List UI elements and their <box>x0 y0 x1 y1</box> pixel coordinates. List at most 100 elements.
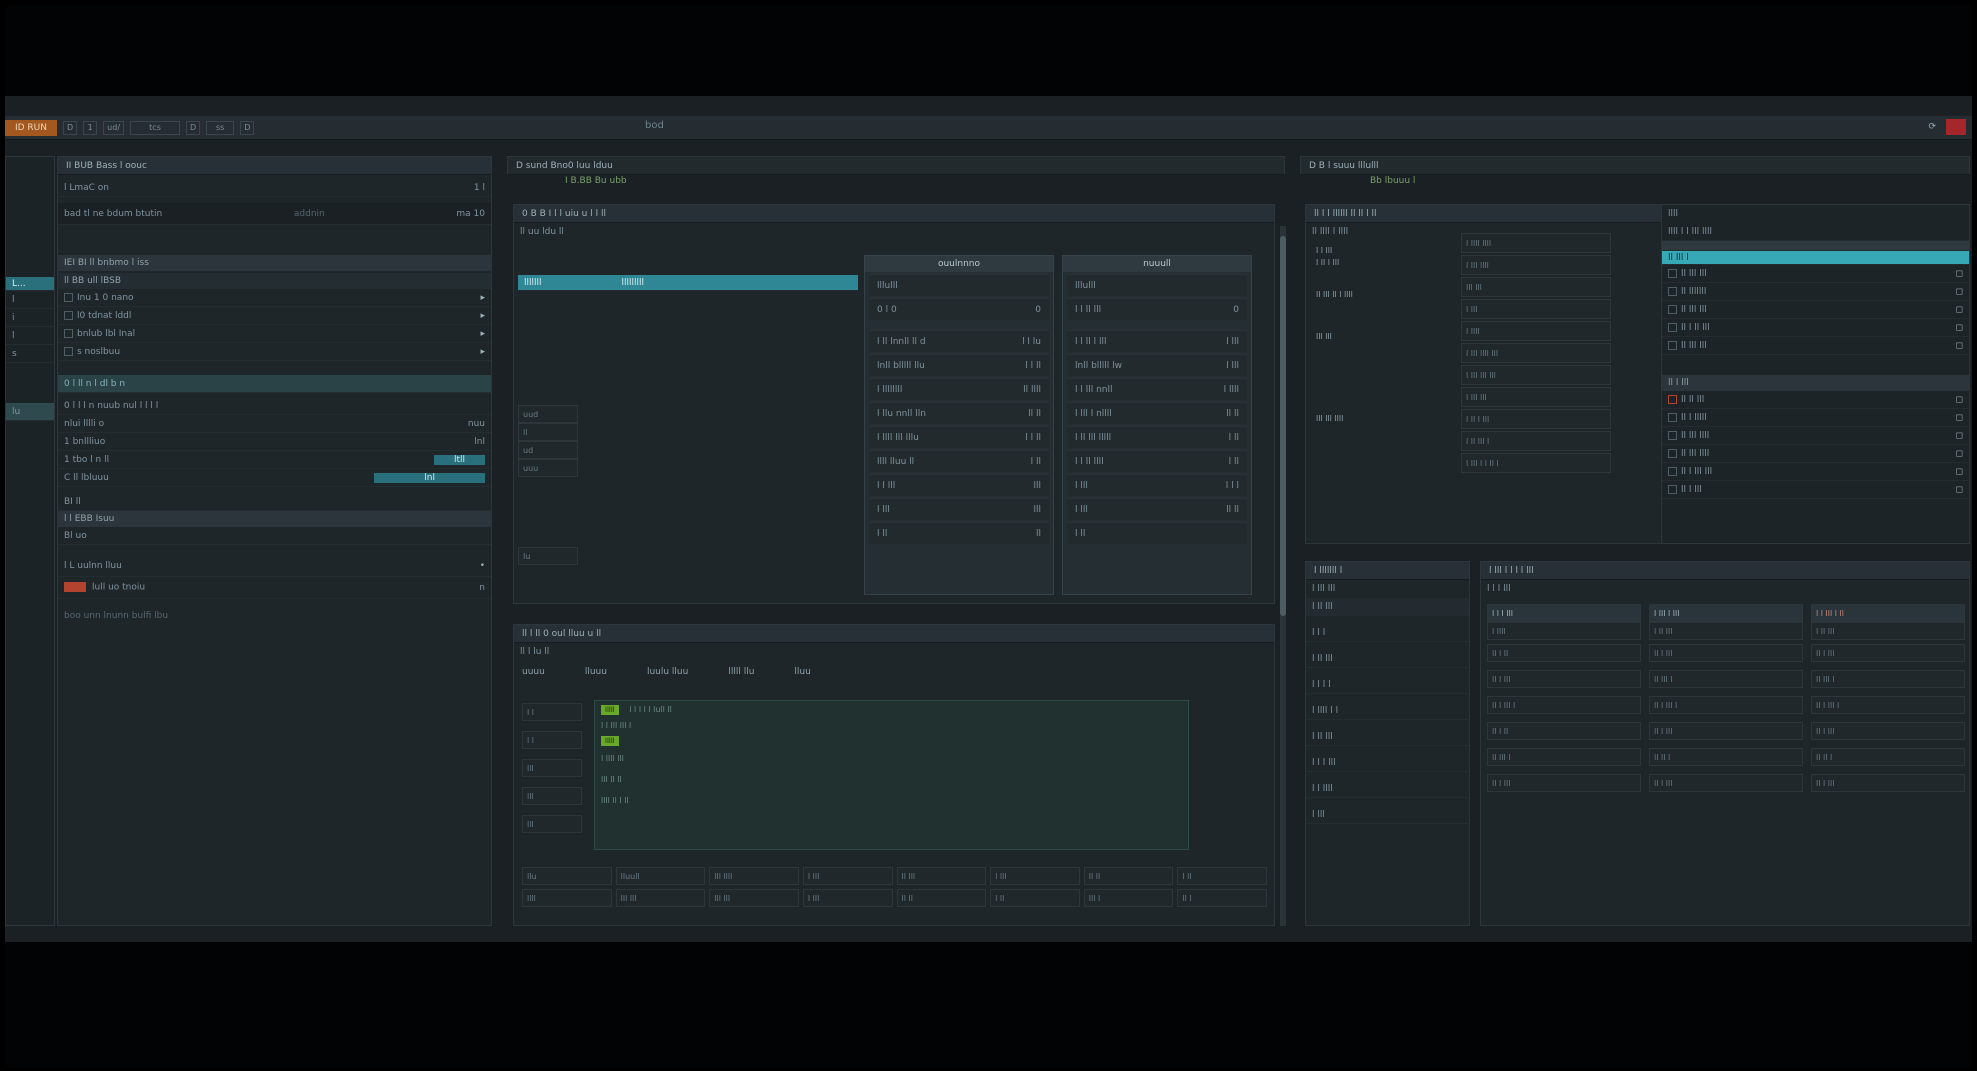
footer-cell[interactable]: lll l <box>1083 889 1174 907</box>
toggle-icon[interactable]: ◻ <box>1956 485 1963 495</box>
footer-cell[interactable]: lll lll <box>709 889 799 907</box>
list-item[interactable]: ll l lll <box>1681 485 1702 495</box>
rb-cell[interactable]: ll l lll <box>1811 644 1965 662</box>
rb-cell[interactable]: ll l lll l <box>1649 696 1803 714</box>
form-field[interactable]: l lll llll <box>1461 255 1611 275</box>
toggle-icon[interactable]: ◻ <box>1956 305 1963 315</box>
rb-cell[interactable]: ll l ll <box>1487 644 1641 662</box>
form-field[interactable]: l lll llll lll <box>1461 343 1611 363</box>
rb-cell[interactable]: ll lll l <box>1487 748 1641 766</box>
footer-cell[interactable]: l lll <box>802 889 893 907</box>
footer-cell[interactable]: lluull <box>615 867 706 885</box>
toggle-icon[interactable]: ◻ <box>1956 395 1963 405</box>
footer-cell[interactable]: ll ll <box>1083 867 1174 885</box>
toggle-icon[interactable]: ◻ <box>1956 449 1963 459</box>
rb-left-item[interactable]: l llll l l <box>1306 702 1469 720</box>
toggle-icon[interactable]: ◻ <box>1956 341 1963 351</box>
rb-cell[interactable]: ll ll l <box>1811 748 1965 766</box>
rb-cell[interactable]: ll l lll <box>1649 644 1803 662</box>
form-field[interactable]: l llll llll <box>1461 233 1611 253</box>
rb-cell[interactable]: ll ll l <box>1649 748 1803 766</box>
list-item[interactable]: ll ll lll <box>1681 395 1704 405</box>
timeline-track-area[interactable]: lllll l l l l l lull ll l l lll lll l ll… <box>594 700 1189 850</box>
status-value-highlight[interactable]: lnl <box>374 472 485 483</box>
list-item[interactable]: ll l lllll <box>1681 413 1707 423</box>
form-field[interactable]: l ll l lll <box>1461 409 1611 429</box>
form-field[interactable]: l lll <box>1461 299 1611 319</box>
toggle-icon[interactable]: ◻ <box>1956 467 1963 477</box>
toolbar-button-2[interactable]: 1 <box>83 120 98 135</box>
side-item-active[interactable]: L... <box>6 277 54 291</box>
footer-cell[interactable]: l ll <box>1177 867 1267 885</box>
scrollbar-thumb[interactable] <box>1280 236 1286 616</box>
toolbar-button-6[interactable]: ss <box>206 120 235 135</box>
toggle-icon[interactable]: ◻ <box>1956 269 1963 279</box>
close-button[interactable] <box>1946 119 1966 135</box>
side-item[interactable]: s <box>6 345 54 363</box>
tree-row[interactable]: s noslbuu <box>77 347 120 357</box>
rb-left-item[interactable]: l l l l <box>1306 676 1469 694</box>
rb-left-item[interactable]: l l llll <box>1306 780 1469 798</box>
tree-row[interactable]: Inu 1 0 nano <box>77 293 134 303</box>
list-item[interactable]: ll lll llll <box>1681 431 1709 441</box>
toolbar-row[interactable]: 0 l ll n l dl b n <box>58 375 491 393</box>
form-field[interactable]: lll lll <box>1461 277 1611 297</box>
search-right[interactable]: 1 l <box>474 183 485 193</box>
footer-cell[interactable]: lll llll <box>709 867 799 885</box>
rb-cell[interactable]: ll l lll <box>1487 774 1641 792</box>
footer-cell[interactable]: ll l <box>1177 889 1267 907</box>
app-badge[interactable]: ID RUN <box>5 119 57 136</box>
list-item[interactable]: ll lllllll <box>1681 287 1706 297</box>
rb-cell[interactable]: ll l lll <box>1811 722 1965 740</box>
status-value-highlight[interactable]: ltll <box>433 454 485 465</box>
form-field[interactable]: l lll lll <box>1461 387 1611 407</box>
footer-cell[interactable]: llll <box>522 889 612 907</box>
rb-cell[interactable]: l ll lll <box>1811 622 1965 640</box>
form-field[interactable]: l ll lll l <box>1461 431 1611 451</box>
rb-cell[interactable]: ll l ll <box>1487 722 1641 740</box>
list-item[interactable]: ll l ll lll <box>1681 323 1710 333</box>
footer-cell[interactable]: l lll <box>802 867 893 885</box>
toggle-icon[interactable]: ◻ <box>1956 431 1963 441</box>
toolbar-button-7[interactable]: D <box>240 120 255 135</box>
list-item[interactable]: ll lll lll <box>1681 269 1707 279</box>
toolbar-button-3[interactable]: ud/ <box>103 120 125 135</box>
toolbar-button-5[interactable]: D <box>186 120 201 135</box>
rb-cell[interactable]: ll lll l <box>1649 670 1803 688</box>
list-item-selected[interactable]: ll lll l <box>1662 251 1969 265</box>
pin-icon[interactable]: ▸ <box>480 311 485 321</box>
center-scrollbar[interactable] <box>1280 226 1286 926</box>
toggle-icon[interactable]: ◻ <box>1956 413 1963 423</box>
side-item[interactable]: i <box>6 309 54 327</box>
rb-cell[interactable]: ll lll l <box>1811 670 1965 688</box>
selected-row[interactable]: lllllll lllllllll <box>518 275 858 291</box>
rb-left-item[interactable]: l l l <box>1306 624 1469 642</box>
list-item[interactable]: ll lll lll <box>1681 305 1707 315</box>
pin-icon[interactable]: ▸ <box>480 329 485 339</box>
green-chip[interactable]: lllll <box>601 736 619 746</box>
rb-left-item[interactable]: l lll <box>1306 806 1469 824</box>
rb-left-item[interactable]: l l l lll <box>1306 754 1469 772</box>
side-item[interactable]: l <box>6 291 54 309</box>
toolbar-button-1[interactable]: D <box>63 120 78 135</box>
rb-cell[interactable]: ll l lll <box>1487 670 1641 688</box>
rb-left-item[interactable]: l ll lll <box>1306 728 1469 746</box>
list-item[interactable]: lull uo tnoiu <box>92 583 145 593</box>
list-item[interactable]: l L uulnn lluu <box>64 561 122 571</box>
list-item[interactable]: ll lll llll <box>1681 449 1709 459</box>
footer-cell[interactable]: llu <box>522 867 612 885</box>
rb-left-item[interactable]: l ll lll <box>1306 650 1469 668</box>
side-item[interactable]: l <box>6 327 54 345</box>
footer-cell[interactable]: ll lll <box>896 867 987 885</box>
rb-cell[interactable]: ll l lll <box>1811 774 1965 792</box>
rb-cell[interactable]: ll l lll <box>1649 722 1803 740</box>
toggle-icon[interactable]: ◻ <box>1956 287 1963 297</box>
green-chip[interactable]: lllll <box>601 705 619 715</box>
rb-left-item[interactable]: l ll lll <box>1306 598 1469 616</box>
toggle-icon[interactable]: ◻ <box>1956 323 1963 333</box>
list-item[interactable]: ll l lll lll <box>1681 467 1712 477</box>
footer-cell[interactable]: l lll <box>990 867 1080 885</box>
pin-icon[interactable]: ▸ <box>480 293 485 303</box>
footer-cell[interactable]: l ll <box>990 889 1080 907</box>
rb-cell[interactable]: l ll lll <box>1649 622 1803 640</box>
